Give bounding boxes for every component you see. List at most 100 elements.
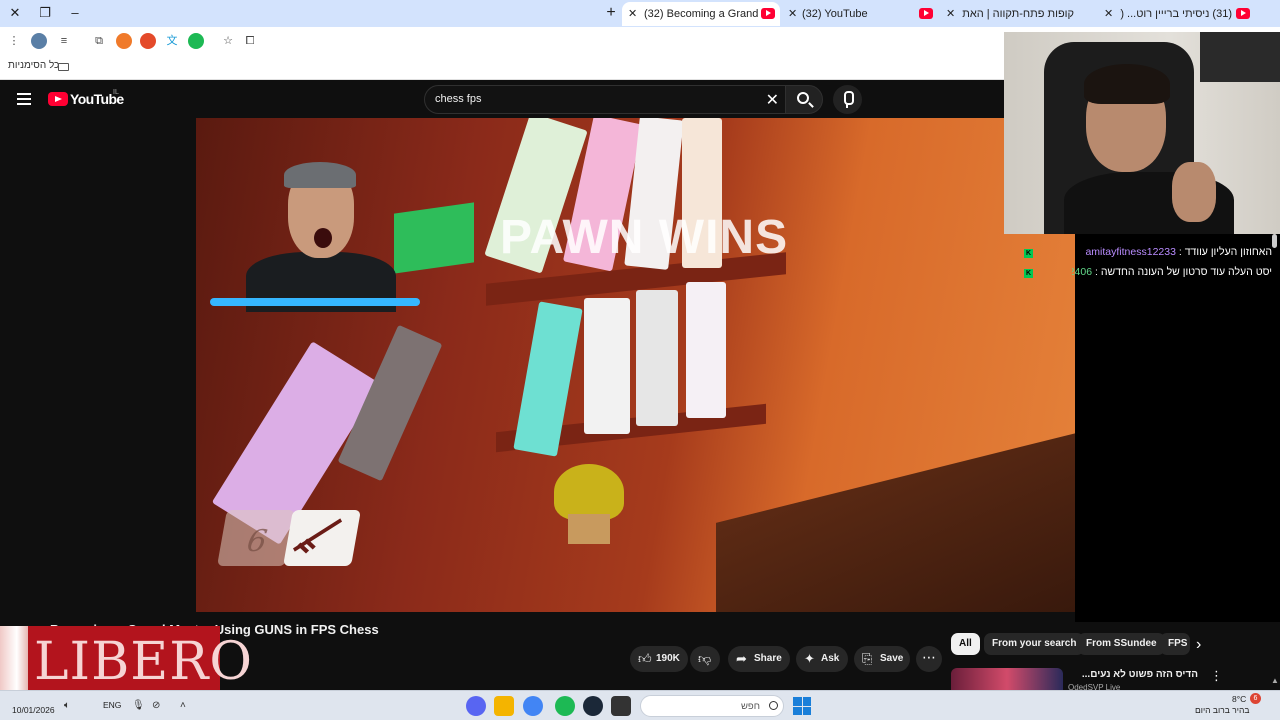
screen: ✕ ❐ – + ✕ (32) Becoming a Grand Master ✕… [0, 0, 1280, 720]
chrome-menu-icon[interactable]: ⋮ [6, 33, 22, 49]
rifle-icon [293, 518, 343, 554]
media-controls-icon[interactable]: ≡ [56, 33, 72, 49]
youtube-favicon-icon [761, 8, 775, 19]
restore-window-icon[interactable]: ❐ [34, 4, 56, 22]
thumbs-down-icon: 👎︎ [698, 651, 712, 666]
chip-from-your-search[interactable]: From your search [984, 633, 1085, 655]
tab-petah-tikva[interactable]: ✕ קופות פתח-תקווה | האתר הר... [940, 2, 1094, 26]
tab-becoming-grandmaster[interactable]: ✕ (32) Becoming a Grand Master [622, 2, 780, 26]
recommended-video-thumbnail[interactable] [951, 668, 1063, 690]
search-input[interactable]: chess fps ✕ [424, 85, 788, 114]
tab-close-icon[interactable]: ✕ [946, 2, 955, 26]
spotify-app-icon[interactable] [555, 696, 575, 716]
chat-username[interactable]: Yair2406 [1072, 266, 1092, 278]
extensions-puzzle-icon[interactable]: ⧉ [91, 33, 107, 49]
minimize-window-icon[interactable]: – [64, 4, 86, 22]
youtube-logo-icon[interactable] [48, 92, 68, 106]
share-arrow-icon: ➦ [736, 651, 747, 666]
paint-app-icon[interactable] [494, 696, 514, 716]
tab-title: (32) Becoming a Grand Master [644, 8, 758, 20]
extension-red-icon[interactable] [140, 33, 156, 49]
weapon-card [283, 510, 361, 566]
taskbar-date[interactable]: 10/01/2026 [12, 705, 55, 715]
search-icon [797, 92, 809, 104]
profile-avatar-icon[interactable] [31, 33, 47, 49]
all-bookmarks-link[interactable]: כל הסימניות [8, 60, 59, 71]
taskbar-search-box[interactable]: חפש [640, 695, 784, 717]
video-player[interactable]: PAWN WINS 6 [196, 118, 1075, 612]
video-menu-icon[interactable]: ⋮ [1210, 668, 1223, 684]
ad-brand-text: LIBERO [34, 632, 254, 692]
chat-scrollbar[interactable] [1272, 234, 1277, 248]
tab-close-icon[interactable]: ✕ [628, 2, 637, 26]
ask-label: Ask [821, 653, 840, 664]
cast-icon[interactable]: ⧠ [242, 33, 258, 49]
chat-message: יסט העלה עוד סרטון של העונה החדשה : Yair… [1072, 266, 1272, 282]
chrome-app-icon[interactable] [523, 696, 543, 716]
network-offline-icon[interactable]: ⊘ [152, 700, 160, 711]
weather-temperature[interactable]: 8°C [1232, 694, 1246, 704]
yellow-pawn [554, 464, 624, 520]
search-icon [769, 701, 778, 710]
grammarly-extension-icon[interactable] [188, 33, 204, 49]
language-indicator[interactable]: ENG [103, 700, 121, 710]
hamburger-menu-icon[interactable] [17, 93, 31, 105]
scroll-up-arrow-icon[interactable]: ▲ [1271, 676, 1279, 685]
windows-start-icon[interactable] [793, 697, 811, 715]
clear-search-icon[interactable]: ✕ [766, 90, 779, 110]
tab-close-icon[interactable]: ✕ [1104, 2, 1113, 26]
weather-description[interactable]: בהיר ברוב היום [1195, 705, 1249, 715]
like-button[interactable]: 👍︎ 190K [630, 646, 688, 672]
bookmark-star-icon[interactable]: ☆ [220, 33, 236, 49]
more-actions-icon[interactable]: ⋯ [916, 646, 942, 672]
chevron-up-icon[interactable]: ˄ [180, 700, 186, 711]
tab-close-icon[interactable]: ✕ [788, 2, 797, 26]
chevron-right-icon[interactable]: › [1196, 636, 1201, 654]
chat-message: האחוזון העליון עוודד : amitayfitness1223… [1085, 246, 1272, 258]
dislike-button[interactable]: 👎︎ [690, 646, 720, 672]
notification-badge: 6 [1250, 693, 1261, 704]
ammo-card: 6 [217, 510, 295, 566]
book [636, 290, 678, 426]
recommended-video-title[interactable]: הדיס הזה פשוט לא נעים... [1068, 669, 1198, 680]
book [584, 298, 630, 434]
country-code: IL [113, 89, 119, 96]
thumbs-up-icon: 👍︎ [638, 651, 652, 666]
share-button[interactable]: ➦ Share [728, 646, 790, 672]
libero-ad-overlay[interactable]: LIBERO [0, 626, 252, 698]
discord-app-icon[interactable] [466, 696, 486, 716]
tab-youtube[interactable]: ✕ (32) YouTube [782, 2, 936, 26]
chip-fps[interactable]: FPS [1160, 633, 1190, 655]
address-bar[interactable]: ☆ ⧠ [212, 29, 1012, 54]
chat-text: יסט העלה עוד סרטון של העונה החדשה [1100, 266, 1272, 278]
perfume-bottle [0, 626, 28, 698]
chip-all[interactable]: All [951, 633, 980, 655]
bookmark-save-icon: ⎘ [862, 651, 873, 666]
ask-button[interactable]: ✦ Ask [796, 646, 848, 672]
terminal-app-icon[interactable] [611, 696, 631, 716]
youtube-favicon-icon [919, 8, 933, 19]
youtube-favicon-icon [1236, 8, 1250, 19]
moderator-badge-icon: K [1024, 249, 1033, 258]
steam-app-icon[interactable] [583, 696, 603, 716]
search-button[interactable] [785, 85, 823, 114]
tab-brainrot[interactable]: ✕ (31) ניסיתי ברייין רוט... (זה נורא) [1098, 2, 1254, 26]
volume-icon[interactable]: 🔈︎ [64, 700, 70, 711]
close-window-icon[interactable]: ✕ [4, 4, 26, 22]
streamer-hand [1172, 162, 1216, 222]
chat-username[interactable]: amitayfitness12233 [1085, 246, 1175, 258]
translate-extension-icon[interactable]: 文 [164, 33, 180, 49]
folder-icon [58, 63, 69, 71]
voice-search-mic-icon[interactable] [833, 85, 862, 114]
streamer-webcam [1004, 32, 1280, 234]
pawn-base [568, 514, 610, 544]
microphone-icon[interactable]: 🎙︎ [132, 700, 145, 711]
save-label: Save [880, 653, 904, 664]
new-tab-plus-icon[interactable]: + [602, 4, 620, 22]
save-button[interactable]: ⎘ Save [854, 646, 910, 672]
chip-from-ssundee[interactable]: From SSundee [1078, 633, 1165, 655]
like-count: 190K [656, 653, 680, 664]
extension-orange-icon[interactable] [116, 33, 132, 49]
search-query-text: chess fps [435, 93, 482, 105]
green-block [394, 202, 474, 274]
